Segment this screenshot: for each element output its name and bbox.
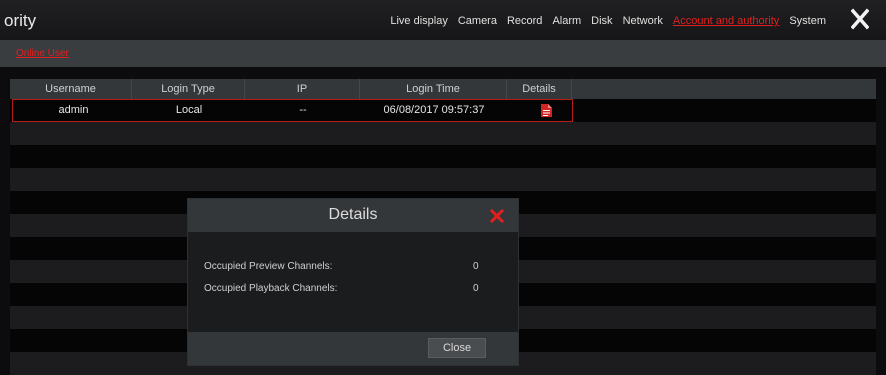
column-login-time: Login Time [360,79,507,99]
dialog-title: Details [328,206,378,223]
details-dialog: Details Occupied Preview Channels: 0 Occ… [187,198,519,366]
column-ip: IP [245,79,360,99]
cell-login-type: Local [175,104,203,116]
close-button[interactable]: Close [428,338,486,358]
page-title: ority [4,11,37,30]
preview-channels-value: 0 [473,261,479,272]
nav-camera[interactable]: Camera [458,15,497,27]
tab-online-user[interactable]: Online User [16,48,69,59]
table-row[interactable]: admin Local -- 06/08/2017 09:57:37 [12,99,573,122]
nav-alarm[interactable]: Alarm [552,15,581,27]
nav-system[interactable]: System [789,15,826,27]
preview-channels-label: Occupied Preview Channels: [204,261,333,272]
playback-channels-value: 0 [473,283,479,294]
nav-account-authority[interactable]: Account and authority [673,15,779,27]
dialog-footer: Close [188,332,518,365]
cell-username: admin [58,104,89,116]
nav-record[interactable]: Record [507,15,542,27]
table-row-empty [10,168,876,191]
document-icon[interactable] [541,104,552,117]
nav-network[interactable]: Network [623,15,663,27]
dialog-header: Details [188,199,518,232]
column-username: Username [10,79,132,99]
sub-tab-bar: Online User [0,40,886,67]
close-icon[interactable] [851,8,869,30]
top-bar: ority Live display Camera Record Alarm D… [0,0,886,41]
playback-channels-label: Occupied Playback Channels: [204,283,338,294]
close-icon[interactable] [490,209,504,223]
table-header: Username Login Type IP Login Time Detail… [10,79,876,99]
nav-disk[interactable]: Disk [591,15,612,27]
cell-login-time: 06/08/2017 09:57:37 [383,104,485,116]
nav-live-display[interactable]: Live display [390,15,447,27]
cell-ip: -- [299,104,307,116]
column-details: Details [507,79,572,99]
main-nav: Live display Camera Record Alarm Disk Ne… [390,15,826,27]
table-row-empty [10,145,876,168]
table-row-empty [10,122,876,145]
column-login-type: Login Type [132,79,245,99]
